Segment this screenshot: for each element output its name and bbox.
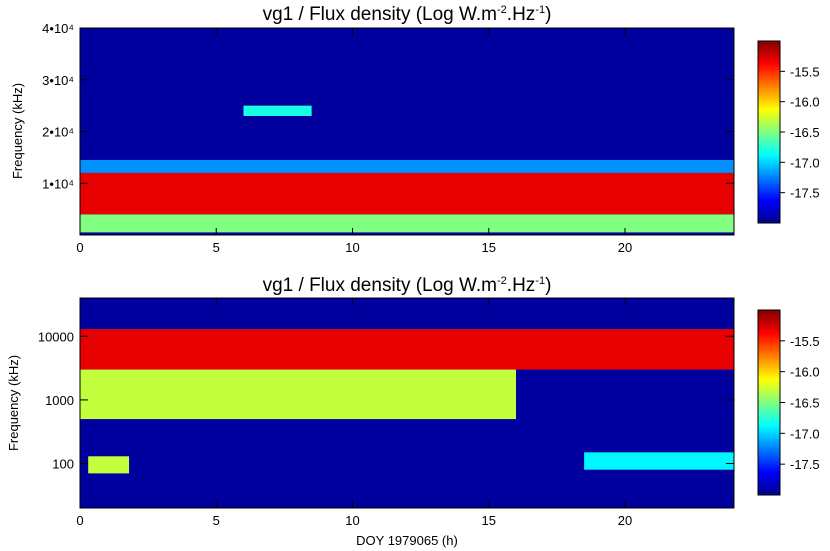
panel-top-ylabel: Frequency (kHz) [10, 83, 25, 179]
x-tick-label: 20 [618, 240, 632, 255]
colorbar-tick-label: -16.0 [790, 365, 820, 380]
y-tick-label: 4•10⁴ [42, 21, 74, 36]
x-tick-label: 0 [76, 240, 83, 255]
x-tick-label: 5 [213, 513, 220, 528]
panel-top: vg1 / Flux density (Log W.m-2.Hz-1) 0 5 10… [10, 4, 820, 255]
colorbar-tick-label: -17.0 [790, 155, 820, 170]
panel-top-colorbar: -15.5 -16.0 -16.5 -17.0 -17.5 [757, 40, 820, 224]
x-tick-label: 10 [345, 240, 359, 255]
panel-top-heatmap [80, 28, 734, 235]
y-tick-label: 1000 [45, 393, 74, 408]
panel-bottom-colorbar-gradient [757, 309, 781, 496]
heatmap-band-3 [584, 452, 734, 470]
colorbar-tick-label: -16.5 [790, 125, 820, 140]
x-tick-label: 20 [618, 513, 632, 528]
panel-bottom-heatmap [80, 298, 734, 508]
y-tick-label: 100 [52, 457, 74, 472]
colorbar-tick-label: -16.0 [790, 95, 820, 110]
heatmap-band-0 [80, 214, 734, 233]
panel-top-colorbar-gradient [757, 40, 781, 224]
panel-bottom-title: vg1 / Flux density (Log W.m-2.Hz-1) [263, 275, 552, 296]
heatmap-band-3 [243, 105, 312, 116]
colorbar-tick-label: -16.5 [790, 396, 820, 411]
y-tick-label: 10000 [38, 329, 74, 344]
panel-top-title: vg1 / Flux density (Log W.m-2.Hz-1) [263, 4, 552, 25]
colorbar-tick-label: -15.5 [790, 334, 820, 349]
y-tick-label: 1•10⁴ [42, 176, 74, 191]
x-tick-label: 0 [76, 513, 83, 528]
figure: vg1 / Flux density (Log W.m-2.Hz-1) 0 5 10… [6, 4, 820, 548]
x-tick-label: 15 [482, 240, 496, 255]
x-tick-label: 5 [213, 240, 220, 255]
colorbar-tick-label: -15.5 [790, 64, 820, 79]
heatmap-band-2 [80, 159, 734, 173]
panel-bottom-ylabel: Frequency (kHz) [6, 355, 21, 451]
panel-bottom-colorbar: -15.5 -16.0 -16.5 -17.0 -17.5 [757, 309, 820, 496]
panel-bottom-xlabel: DOY 1979065 (h) [356, 533, 458, 548]
heatmap-band-2 [88, 456, 130, 474]
colorbar-tick-label: -17.5 [790, 186, 820, 201]
y-tick-label: 3•10⁴ [42, 73, 74, 88]
x-tick-label: 15 [482, 513, 496, 528]
heatmap-band-1 [80, 369, 516, 420]
heatmap-band-0 [80, 329, 734, 370]
x-tick-label: 10 [345, 513, 359, 528]
colorbar-tick-label: -17.0 [790, 426, 820, 441]
y-tick-label: 2•10⁴ [42, 125, 74, 140]
colorbar-tick-label: -17.5 [790, 457, 820, 472]
heatmap-band-1 [80, 172, 734, 215]
panel-bottom: vg1 / Flux density (Log W.m-2.Hz-1) 0 5 10… [6, 275, 820, 548]
